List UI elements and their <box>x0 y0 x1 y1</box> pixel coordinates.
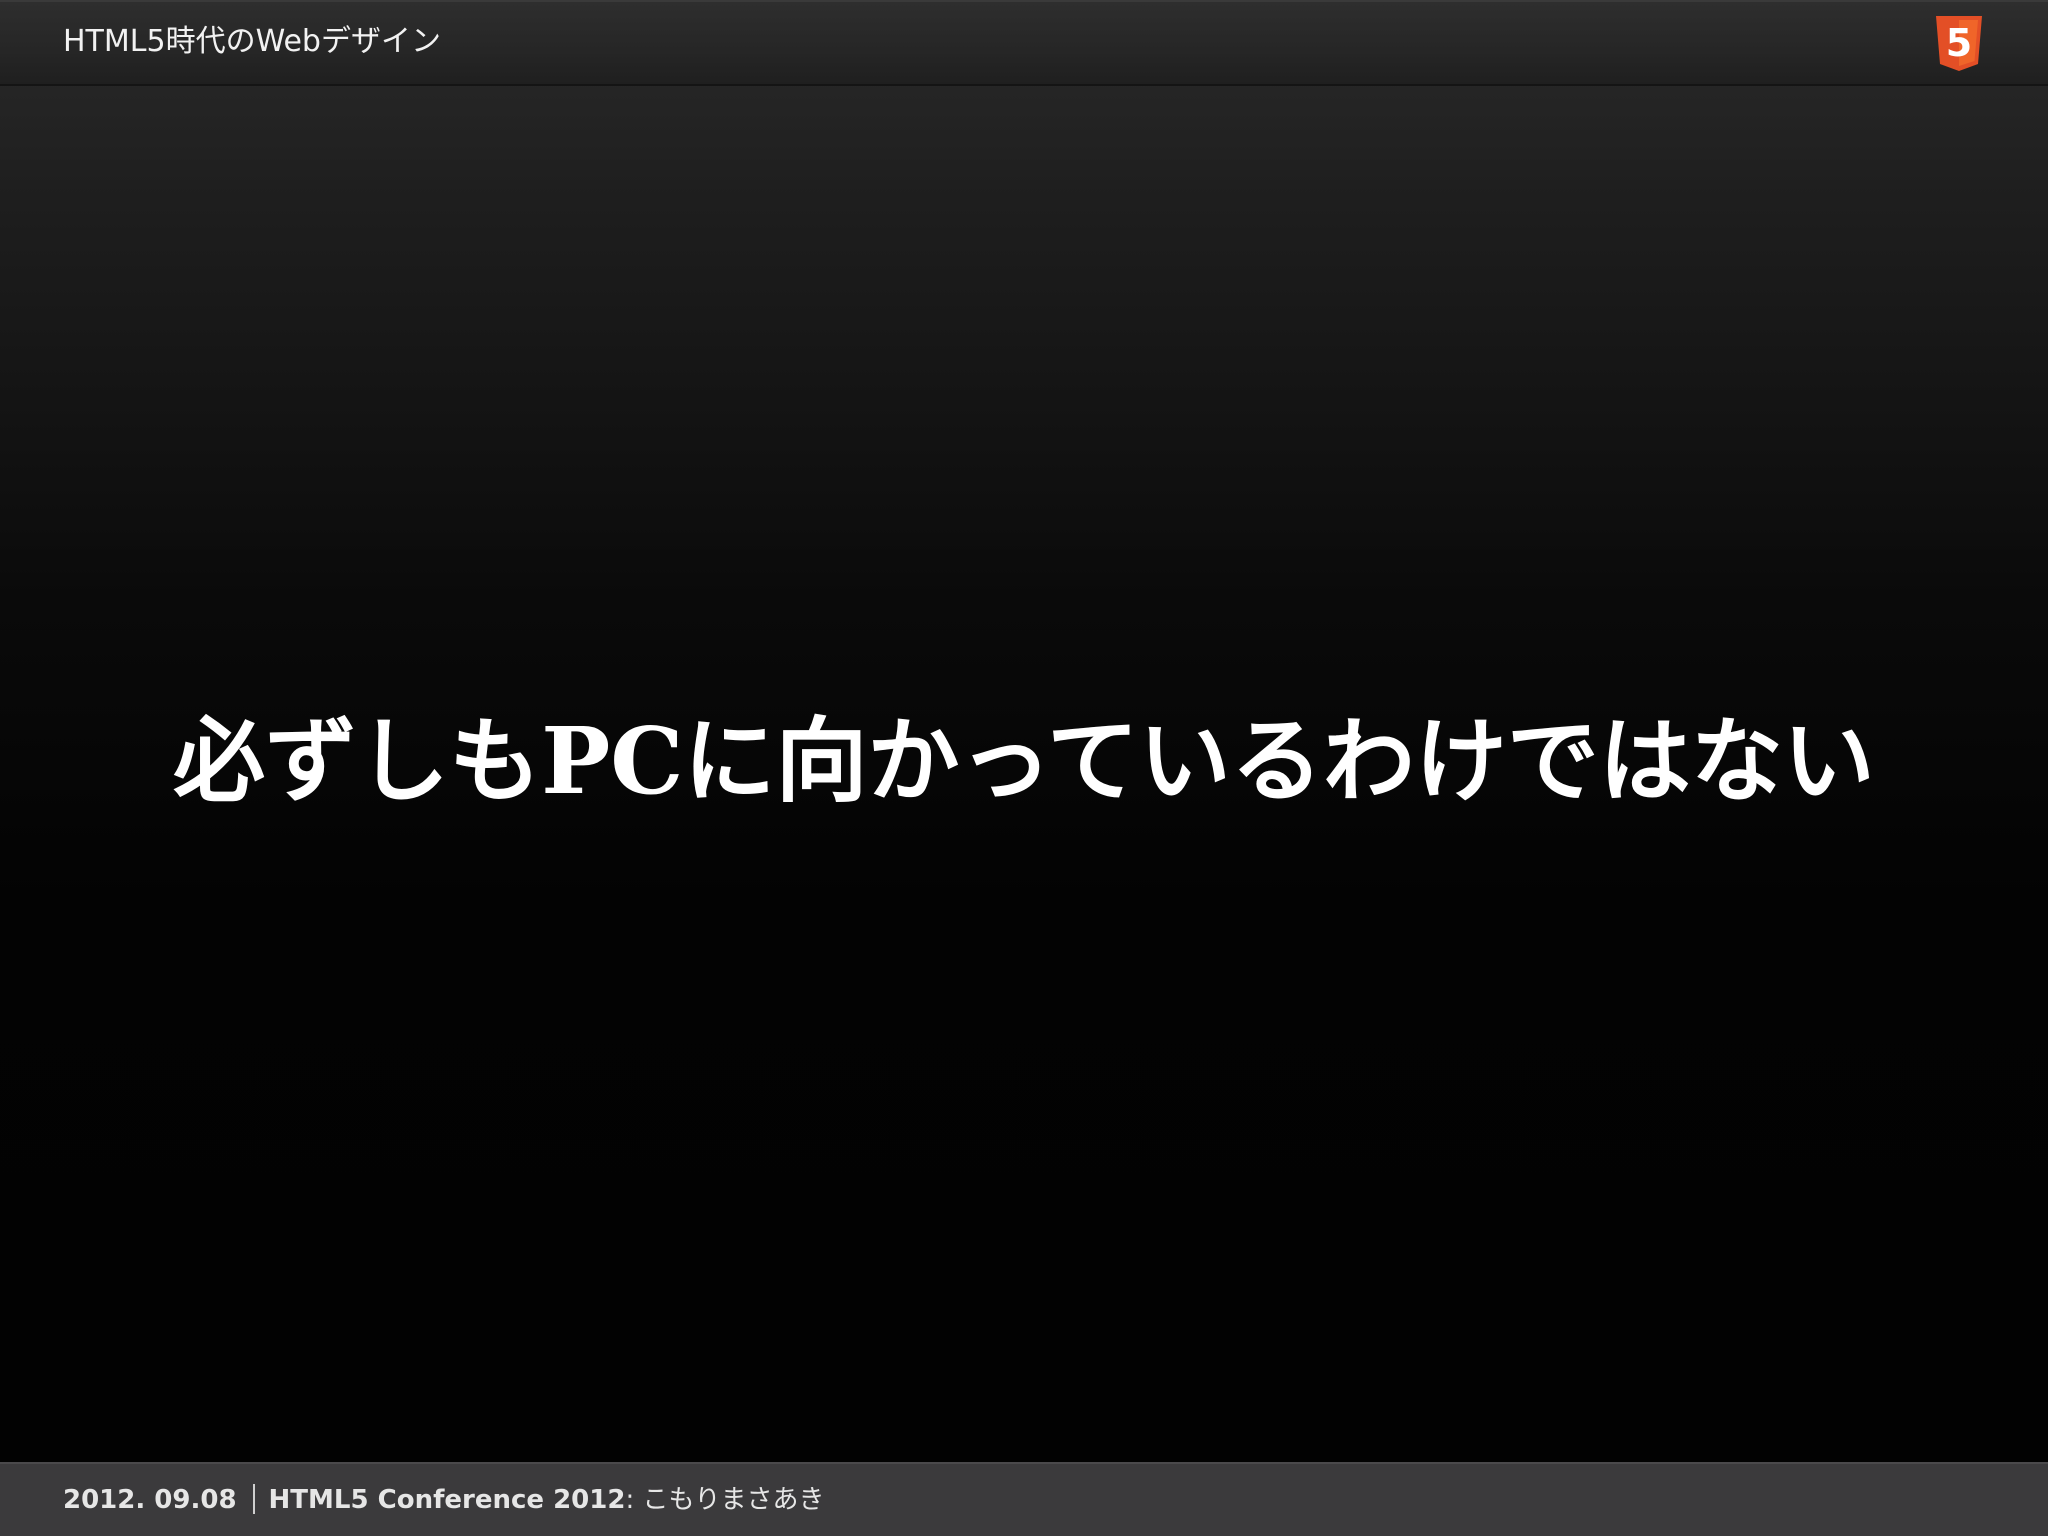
slide: HTML5時代のWebデザイン 5 必ずしもPCに向かっているわけではない 20… <box>0 0 2048 1536</box>
footer-event: HTML5 Conference 2012 <box>268 1485 626 1515</box>
slide-header: HTML5時代のWebデザイン 5 <box>0 0 2048 86</box>
svg-text:5: 5 <box>1946 21 1972 65</box>
footer-separator: : <box>625 1485 635 1515</box>
footer-author: こもりまさあき <box>642 1485 825 1515</box>
footer-text: 2012. 09.08 HTML5 Conference 2012: こもりまさあ… <box>63 1482 825 1518</box>
slide-footer: 2012. 09.08 HTML5 Conference 2012: こもりまさあ… <box>0 1462 2048 1536</box>
presentation-title: HTML5時代のWebデザイン <box>63 24 441 59</box>
footer-date: 2012. 09.08 <box>63 1485 237 1515</box>
slide-body: 必ずしもPCに向かっているわけではない <box>0 86 2048 1462</box>
slide-headline: 必ずしもPCに向かっているわけではない <box>173 707 1875 815</box>
html5-logo-icon: 5 <box>1936 16 1982 71</box>
footer-divider <box>252 1483 255 1514</box>
